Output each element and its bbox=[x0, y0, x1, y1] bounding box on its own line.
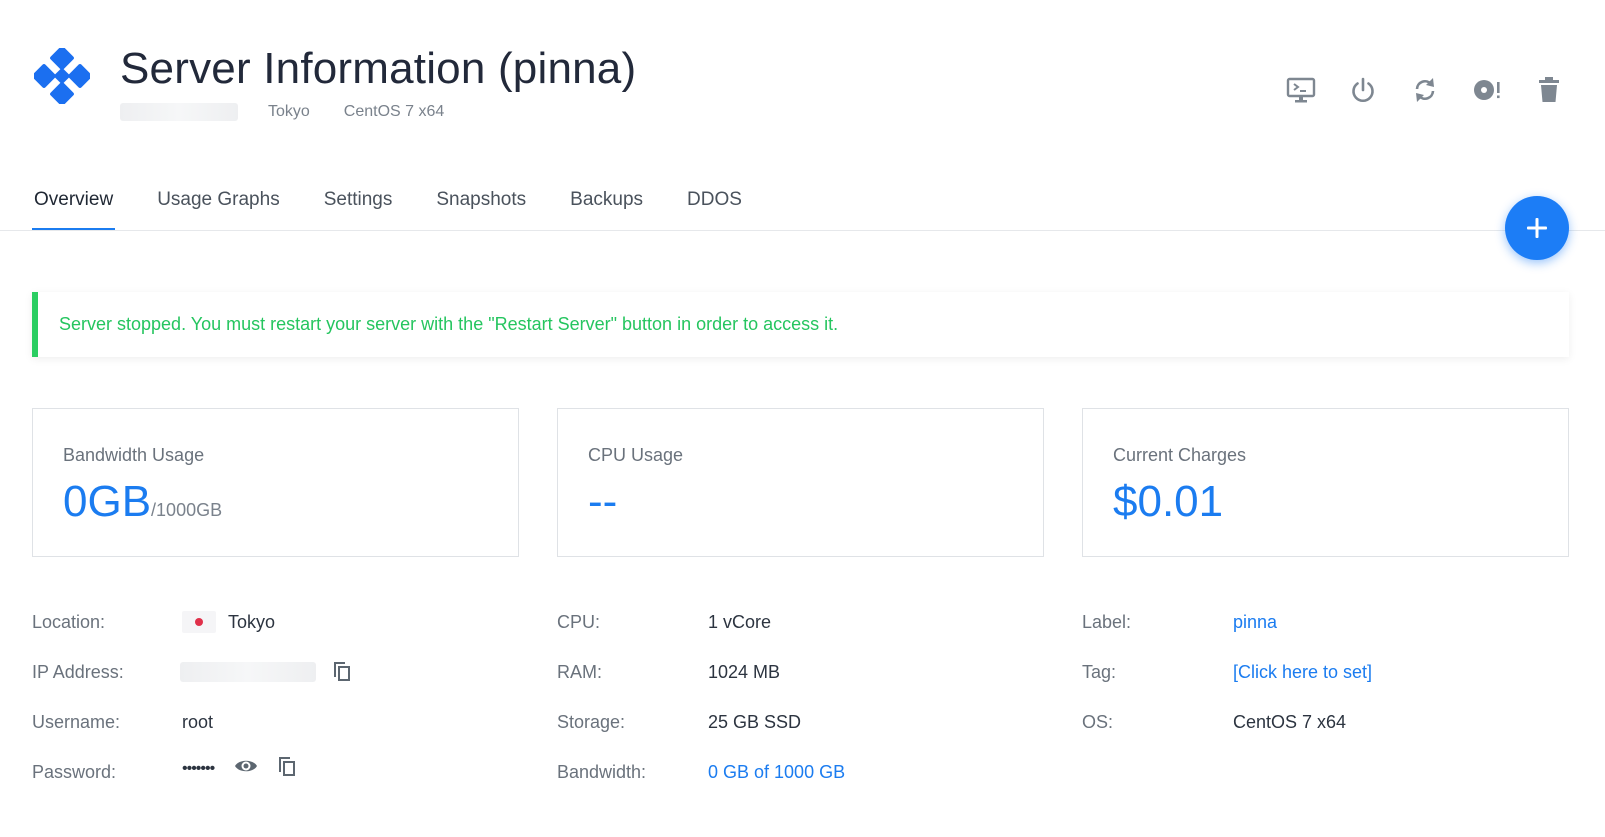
password-value: ••••••• bbox=[182, 760, 215, 777]
server-subtitle: Tokyo CentOS 7 x64 bbox=[120, 102, 444, 122]
redacted-ip-address bbox=[180, 662, 316, 682]
tab-usage-graphs[interactable]: Usage Graphs bbox=[155, 186, 282, 230]
tab-settings[interactable]: Settings bbox=[322, 186, 395, 230]
storage-value: 25 GB SSD bbox=[708, 712, 802, 732]
ip-address-label: IP Address: bbox=[32, 662, 124, 682]
card-value: 0GB /1000GB bbox=[63, 477, 222, 527]
card-label: CPU Usage bbox=[588, 445, 684, 465]
storage-label: Storage: bbox=[557, 712, 626, 732]
server-label-link[interactable]: pinna bbox=[1233, 612, 1277, 633]
plus-icon bbox=[1527, 218, 1547, 238]
power-icon bbox=[1352, 77, 1374, 102]
subtitle-os: CentOS 7 x64 bbox=[343, 103, 445, 120]
page-title: Server Information (pinna) bbox=[120, 44, 637, 93]
ram-label: RAM: bbox=[557, 662, 602, 682]
ram-value: 1024 MB bbox=[708, 662, 781, 682]
location-value: Tokyo bbox=[228, 612, 276, 632]
tag-label: Tag: bbox=[1082, 662, 1117, 682]
password-label: Password: bbox=[32, 762, 117, 782]
delete-button[interactable] bbox=[1518, 72, 1580, 108]
current-charges-card: Current Charges $0.01 bbox=[1082, 408, 1569, 557]
vultr-logo-icon[interactable] bbox=[34, 48, 90, 104]
username-value: root bbox=[182, 712, 214, 732]
bandwidth-limit: /1000GB bbox=[151, 500, 223, 520]
set-tag-link[interactable]: [Click here to set] bbox=[1233, 662, 1372, 683]
os-value: CentOS 7 x64 bbox=[1233, 712, 1347, 732]
charges-value: $0.01 bbox=[1113, 477, 1224, 526]
reinstall-button[interactable] bbox=[1456, 72, 1518, 108]
bandwidth-label: Bandwidth: bbox=[557, 762, 647, 782]
alert-message: Server stopped. You must restart your se… bbox=[59, 314, 839, 334]
tab-backups[interactable]: Backups bbox=[568, 186, 645, 230]
card-label: Bandwidth Usage bbox=[63, 445, 205, 465]
cpu-usage-value: -- bbox=[588, 477, 618, 526]
copy-ip-icon[interactable] bbox=[330, 659, 354, 683]
tab-overview[interactable]: Overview bbox=[32, 186, 116, 230]
tab-ddos[interactable]: DDOS bbox=[685, 186, 744, 230]
os-label: OS: bbox=[1082, 712, 1114, 732]
console-icon bbox=[1286, 77, 1316, 103]
power-button[interactable] bbox=[1332, 72, 1394, 108]
bandwidth-link[interactable]: 0 GB of 1000 GB bbox=[708, 762, 845, 783]
japan-flag-icon bbox=[182, 611, 216, 633]
tab-snapshots[interactable]: Snapshots bbox=[434, 186, 528, 230]
label-label: Label: bbox=[1082, 612, 1132, 632]
redacted-ip bbox=[120, 103, 238, 121]
reinstall-icon bbox=[1474, 80, 1500, 100]
console-button[interactable] bbox=[1270, 72, 1332, 108]
tab-bar: Overview Usage Graphs Settings Snapshots… bbox=[32, 186, 784, 230]
subtitle-location: Tokyo bbox=[268, 103, 310, 120]
copy-password-icon[interactable] bbox=[275, 754, 299, 778]
trash-icon bbox=[1539, 77, 1559, 102]
bandwidth-used: 0GB bbox=[63, 477, 152, 526]
server-stopped-alert: Server stopped. You must restart your se… bbox=[32, 292, 1569, 357]
tabs-divider bbox=[0, 230, 1605, 231]
cpu-usage-card: CPU Usage -- bbox=[557, 408, 1044, 557]
add-button[interactable] bbox=[1505, 196, 1569, 260]
card-value: $0.01 bbox=[1113, 477, 1223, 527]
cpu-value: 1 vCore bbox=[708, 612, 772, 632]
username-label: Username: bbox=[32, 712, 121, 732]
cpu-label: CPU: bbox=[557, 612, 601, 632]
card-label: Current Charges bbox=[1113, 445, 1247, 465]
card-value: -- bbox=[588, 477, 617, 527]
restart-icon bbox=[1415, 78, 1435, 102]
show-password-icon[interactable] bbox=[234, 756, 258, 776]
bandwidth-usage-card: Bandwidth Usage 0GB /1000GB bbox=[32, 408, 519, 557]
server-toolbar bbox=[1270, 72, 1580, 108]
restart-button[interactable] bbox=[1394, 72, 1456, 108]
location-label: Location: bbox=[32, 612, 106, 632]
